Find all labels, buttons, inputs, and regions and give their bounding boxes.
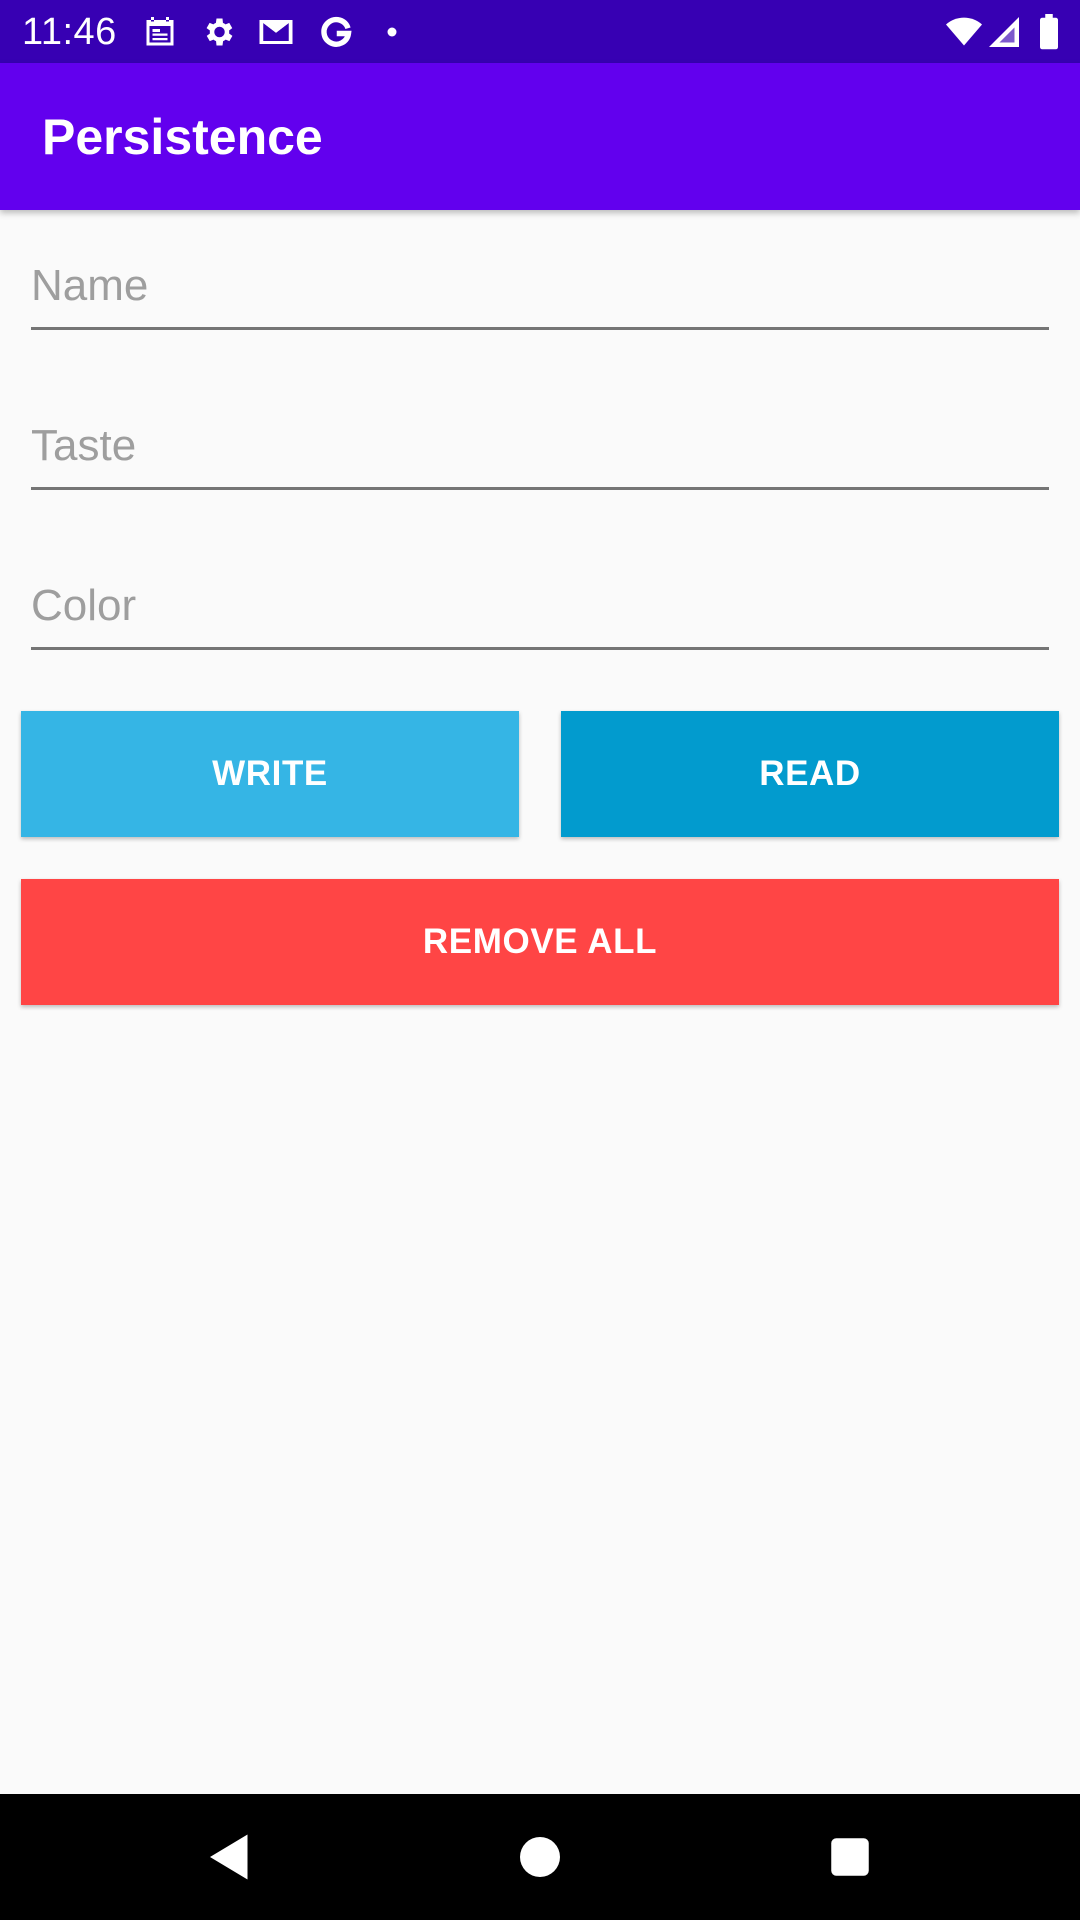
color-field-underline bbox=[31, 647, 1049, 650]
notification-dot-icon bbox=[380, 14, 404, 50]
taste-input[interactable] bbox=[31, 380, 1049, 490]
color-input[interactable] bbox=[31, 540, 1049, 650]
color-field bbox=[31, 540, 1049, 650]
read-button[interactable]: READ bbox=[561, 711, 1059, 837]
taste-field bbox=[31, 380, 1049, 490]
calendar-icon bbox=[142, 14, 178, 50]
recents-icon[interactable] bbox=[820, 1827, 880, 1887]
remove-all-button[interactable]: REMOVE ALL bbox=[21, 879, 1059, 1005]
back-icon[interactable] bbox=[200, 1827, 260, 1887]
name-input[interactable] bbox=[31, 220, 1049, 330]
gmail-icon bbox=[256, 14, 296, 50]
page-title: Persistence bbox=[42, 109, 323, 165]
cellular-signal-icon bbox=[986, 14, 1022, 50]
status-bar: 11:46 bbox=[0, 0, 1080, 63]
system-navigation-bar bbox=[0, 1794, 1080, 1920]
write-button[interactable]: WRITE bbox=[21, 711, 519, 837]
taste-field-underline bbox=[31, 487, 1049, 490]
status-time: 11:46 bbox=[22, 11, 117, 53]
battery-icon bbox=[1038, 14, 1060, 50]
name-field bbox=[31, 220, 1049, 330]
settings-gear-icon bbox=[200, 14, 236, 50]
wifi-icon bbox=[944, 14, 984, 50]
app-screen: 11:46 Persistence Name Taste Color WRITE… bbox=[0, 0, 1080, 1920]
google-icon bbox=[318, 14, 354, 50]
name-field-underline bbox=[31, 327, 1049, 330]
app-bar: Persistence bbox=[0, 63, 1080, 210]
home-icon[interactable] bbox=[510, 1827, 570, 1887]
